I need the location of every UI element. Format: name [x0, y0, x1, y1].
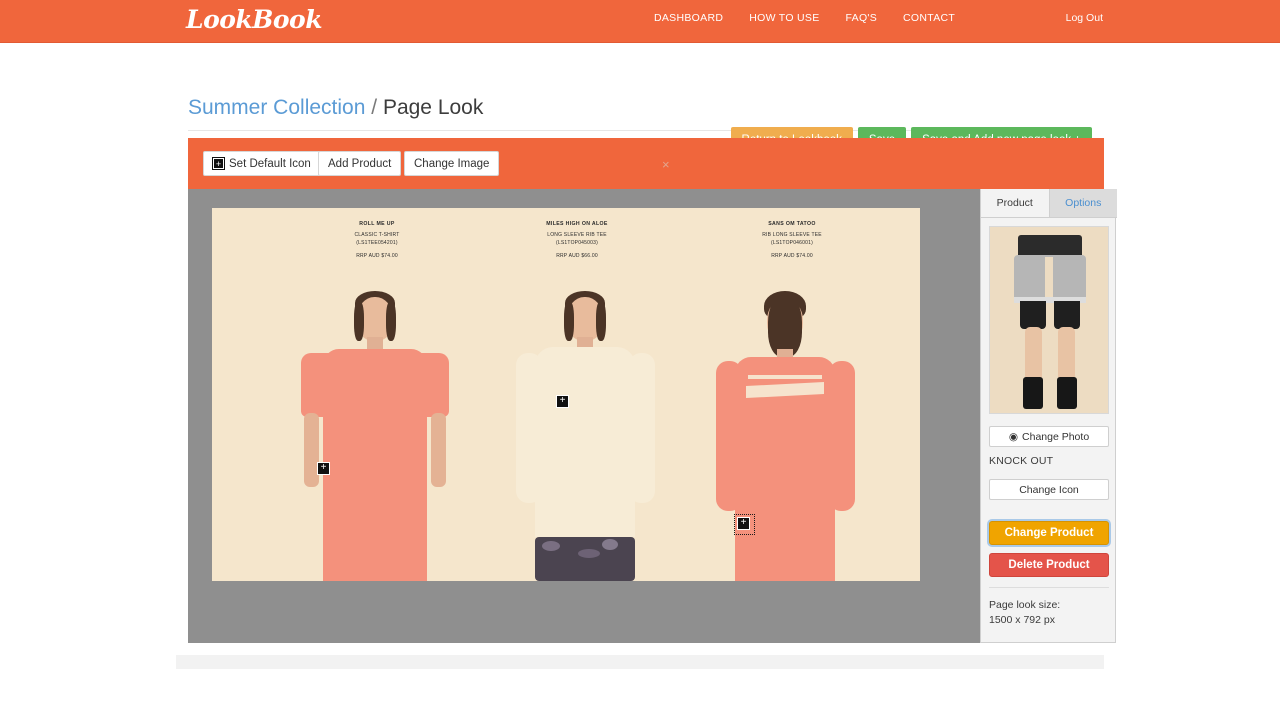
page-look-photo[interactable]: ROLL ME UP CLASSIC T-SHIRT (LS1TEE054201… [212, 208, 920, 581]
breadcrumb-row: Summer Collection / Page Look Return to … [188, 85, 1092, 131]
product-subtitle: RIB LONG SLEEVE TEE [717, 232, 867, 240]
product-icon-marker[interactable]: + [556, 395, 569, 408]
product-price: RRP AUD $74.00 [717, 253, 867, 259]
nav-link-faqs[interactable]: FAQ'S [846, 12, 878, 24]
logout-link[interactable]: Log Out [1066, 12, 1103, 24]
set-default-icon-button[interactable]: + Set Default Icon [203, 151, 321, 176]
product-subtitle: CLASSIC T-SHIRT [302, 232, 452, 240]
change-icon-button[interactable]: Change Icon [989, 479, 1109, 500]
product-caption: SANS OM TATOO RIB LONG SLEEVE TEE (LS1TO… [717, 221, 867, 259]
product-code: (LS1TOP045003) [502, 240, 652, 248]
plus-icon: + [213, 158, 224, 169]
content-container: Summer Collection / Page Look Return to … [176, 43, 1104, 655]
product-thumbnail[interactable] [989, 226, 1109, 414]
page-look-size-value: 1500 x 792 px [989, 613, 1109, 628]
change-photo-label: Change Photo [1022, 431, 1089, 443]
product-code: (LS1TOP046001) [717, 240, 867, 248]
model-figure-right [690, 291, 880, 581]
nav-link-contact[interactable]: CONTACT [903, 12, 955, 24]
product-title: MILES HIGH ON ALOE [502, 221, 652, 227]
top-navigation-bar: LookBook DASHBOARD HOW TO USE FAQ'S CONT… [0, 0, 1280, 43]
product-code: (LS1TEE054201) [302, 240, 452, 248]
brand-logo[interactable]: LookBook [186, 5, 322, 34]
product-icon-marker-selected[interactable]: + [737, 517, 750, 530]
page-body: Summer Collection / Page Look Return to … [0, 43, 1280, 720]
product-subtitle: LONG SLEEVE RIB TEE [502, 232, 652, 240]
product-title: ROLL ME UP [302, 221, 452, 227]
close-icon[interactable]: × [662, 158, 670, 171]
product-title: SANS OM TATOO [717, 221, 867, 227]
nav-link-dashboard[interactable]: DASHBOARD [654, 12, 723, 24]
change-photo-button[interactable]: ◉ Change Photo [989, 426, 1109, 447]
breadcrumb-parent-link[interactable]: Summer Collection [188, 96, 365, 119]
nav-link-how-to-use[interactable]: HOW TO USE [749, 12, 819, 24]
editor-toolbar: + Set Default Icon Add Product Change Im… [188, 138, 1104, 189]
product-caption: ROLL ME UP CLASSIC T-SHIRT (LS1TEE054201… [302, 221, 452, 259]
camera-icon: ◉ [1009, 431, 1018, 443]
model-figure-left [280, 291, 470, 581]
main-nav-links: DASHBOARD HOW TO USE FAQ'S CONTACT [654, 12, 955, 24]
knock-out-label: KNOCK OUT [989, 455, 1053, 467]
change-product-button[interactable]: Change Product [989, 521, 1109, 545]
product-properties-panel: Product Options ◉ [980, 189, 1116, 643]
delete-product-button[interactable]: Delete Product [989, 553, 1109, 577]
add-product-button[interactable]: Add Product [318, 151, 401, 176]
breadcrumb: Summer Collection / Page Look [188, 96, 483, 120]
product-icon-marker[interactable]: + [317, 462, 330, 475]
product-price: RRP AUD $74.00 [302, 253, 452, 259]
page-look-editor: + Set Default Icon Add Product Change Im… [188, 138, 1104, 643]
panel-tabs: Product Options [981, 189, 1117, 218]
tab-product[interactable]: Product [981, 189, 1050, 217]
model-figure-center [490, 291, 680, 581]
product-price: RRP AUD $66.00 [502, 253, 652, 259]
breadcrumb-separator: / [371, 96, 377, 119]
product-caption: MILES HIGH ON ALOE LONG SLEEVE RIB TEE (… [502, 221, 652, 259]
tab-options[interactable]: Options [1050, 189, 1118, 217]
page-look-size-label: Page look size: [989, 598, 1109, 613]
page-look-size-info: Page look size: 1500 x 792 px [989, 587, 1109, 628]
editor-canvas[interactable]: ROLL ME UP CLASSIC T-SHIRT (LS1TEE054201… [188, 189, 1104, 643]
set-default-icon-label: Set Default Icon [229, 158, 311, 170]
breadcrumb-current: Page Look [383, 96, 483, 119]
change-image-button[interactable]: Change Image [404, 151, 499, 176]
footer-bar [176, 655, 1104, 669]
